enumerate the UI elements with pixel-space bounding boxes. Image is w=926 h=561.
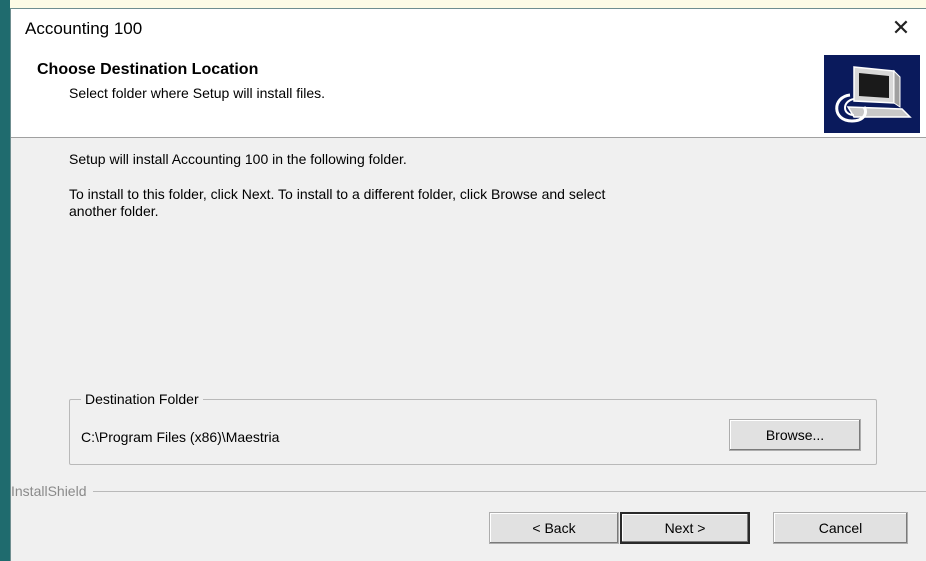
install-instructions-line1: To install to this folder, click Next. T…: [69, 186, 606, 202]
install-info-text: Setup will install Accounting 100 in the…: [69, 151, 407, 167]
setup-dialog: Accounting 100 ✕ Choose Destination Loca…: [10, 8, 926, 561]
install-instructions-line2: another folder.: [69, 203, 159, 219]
window-title: Accounting 100: [25, 19, 143, 38]
desktop-background: [0, 0, 926, 4]
page-subtitle: Select folder where Setup will install f…: [69, 85, 326, 101]
installshield-brand: InstallShield: [11, 483, 93, 499]
installshield-computer-icon: [824, 55, 920, 133]
next-button[interactable]: Next >: [620, 512, 750, 544]
page-title: Choose Destination Location: [37, 61, 259, 78]
window-frame-strip: [0, 0, 10, 561]
title-bar[interactable]: Accounting 100 ✕: [11, 9, 926, 49]
back-button[interactable]: < Back: [489, 512, 619, 544]
dialog-header: Choose Destination Location Select folde…: [11, 49, 926, 138]
destination-path: C:\Program Files (x86)\Maestria: [81, 429, 280, 445]
footer-divider: [11, 491, 926, 492]
destination-folder-legend: Destination Folder: [81, 391, 203, 407]
close-icon[interactable]: ✕: [888, 13, 914, 43]
cancel-button[interactable]: Cancel: [773, 512, 908, 544]
browse-button[interactable]: Browse...: [729, 419, 861, 451]
